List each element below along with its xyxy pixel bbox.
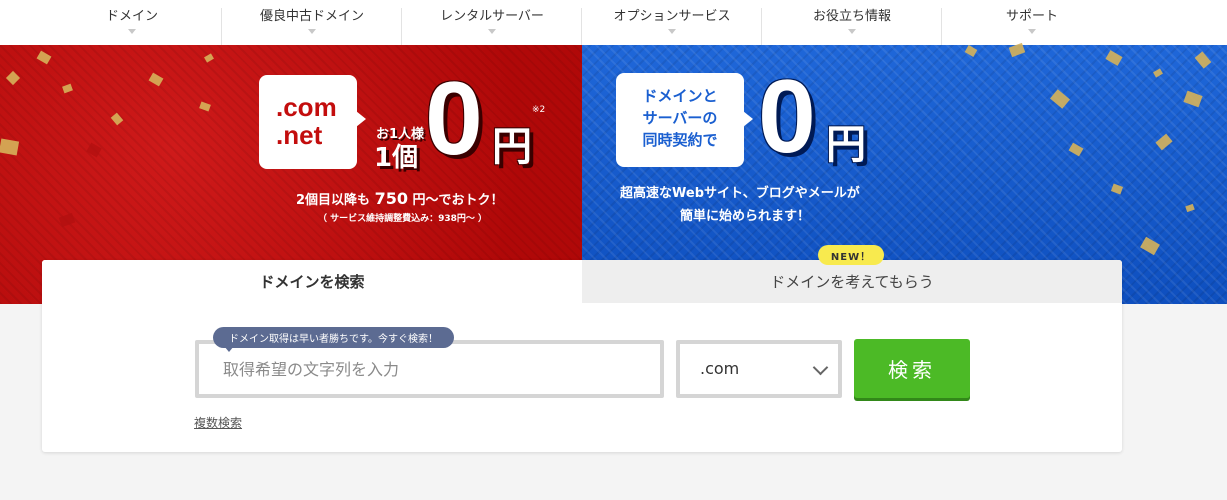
additional-price-suffix: 円～でおトク！ bbox=[412, 193, 504, 208]
confetti-decoration bbox=[1008, 42, 1026, 58]
one-item-label: 1個 bbox=[374, 143, 419, 173]
bundle-tagline-2: 簡単に始められます！ bbox=[680, 209, 811, 224]
confetti-decoration bbox=[1153, 68, 1163, 78]
price-zero: 0 bbox=[425, 61, 483, 177]
additional-price-note: 2個目以降も 750 円～でおトク！ bbox=[296, 189, 504, 208]
tld-com-text: .com bbox=[276, 92, 337, 122]
nav-item-label: お役立ち情報 bbox=[812, 9, 891, 24]
tld-select[interactable]: .com bbox=[676, 340, 842, 398]
multi-search-link[interactable]: 複数検索 bbox=[194, 414, 242, 431]
bundle-tagline-1: 超高速なWebサイト、ブログやメールが bbox=[620, 186, 860, 201]
nav-item-useful-info[interactable]: お役立ち情報 bbox=[762, 0, 942, 45]
bundle-line-2: サーバーの bbox=[642, 109, 718, 127]
price-zero: 0 bbox=[758, 59, 816, 175]
confetti-decoration bbox=[86, 142, 102, 158]
chevron-down-icon bbox=[488, 29, 496, 34]
confetti-decoration bbox=[1183, 90, 1203, 108]
confetti-decoration bbox=[1155, 133, 1173, 151]
chevron-down-icon bbox=[848, 29, 856, 34]
confetti-decoration bbox=[1068, 142, 1084, 157]
confetti-decoration bbox=[1194, 51, 1212, 69]
footnote-mark: ※2 bbox=[532, 105, 546, 115]
price-yen: 円 bbox=[826, 123, 866, 167]
tab-domain-suggest[interactable]: ドメインを考えてもらう bbox=[582, 260, 1122, 303]
nav-item-label: サポート bbox=[1005, 9, 1058, 24]
tld-select-value: .com bbox=[700, 359, 740, 378]
search-button[interactable]: 検索 bbox=[854, 339, 970, 398]
nav-item-support[interactable]: サポート bbox=[942, 0, 1122, 45]
bundle-line-3: 同時契約で bbox=[642, 131, 718, 149]
confetti-decoration bbox=[148, 72, 164, 87]
confetti-decoration bbox=[36, 50, 52, 65]
chevron-down-icon bbox=[308, 29, 316, 34]
chevron-down-icon bbox=[1028, 29, 1036, 34]
confetti-decoration bbox=[1185, 203, 1195, 213]
nav-item-label: オプションサービス bbox=[613, 9, 731, 24]
nav-item-label: 優良中古ドメイン bbox=[259, 9, 364, 24]
nav-item-label: ドメイン bbox=[105, 9, 158, 24]
nav-item-used-domain[interactable]: 優良中古ドメイン bbox=[222, 0, 402, 45]
price-yen: 円 bbox=[492, 125, 532, 169]
domain-search-input[interactable] bbox=[195, 340, 664, 398]
bundle-line-1: ドメインと bbox=[642, 87, 718, 105]
chevron-down-icon bbox=[128, 29, 136, 34]
bundle-bubble-text: ドメインと サーバーの 同時契約で bbox=[616, 85, 744, 151]
confetti-decoration bbox=[964, 45, 978, 57]
tooltip-tail bbox=[224, 346, 234, 352]
tab-domain-search[interactable]: ドメインを検索 bbox=[42, 260, 582, 303]
fee-note: （ サービス維持調整費込み：938円～ ） bbox=[318, 214, 488, 224]
confetti-decoration bbox=[58, 212, 76, 228]
nav-item-rental-server[interactable]: レンタルサーバー bbox=[402, 0, 582, 45]
nav-item-domain[interactable]: ドメイン bbox=[42, 0, 222, 45]
additional-price-value: 750 bbox=[374, 189, 408, 208]
new-badge: NEW！ bbox=[818, 245, 884, 265]
confetti-decoration bbox=[1140, 236, 1160, 256]
confetti-decoration bbox=[5, 70, 21, 86]
nav-item-option-services[interactable]: オプションサービス bbox=[582, 0, 762, 45]
confetti-decoration bbox=[1050, 89, 1070, 109]
confetti-decoration bbox=[199, 101, 211, 112]
search-hint-tooltip: ドメイン取得は早い者勝ちです。今すぐ検索！ bbox=[213, 327, 454, 348]
confetti-decoration bbox=[1105, 50, 1123, 66]
confetti-decoration bbox=[62, 83, 73, 94]
nav-item-label: レンタルサーバー bbox=[440, 9, 544, 24]
top-nav: ドメイン 優良中古ドメイン レンタルサーバー オプションサービス お役立ち情報 … bbox=[0, 0, 1227, 45]
confetti-decoration bbox=[0, 138, 20, 156]
bubble-tail bbox=[743, 111, 753, 127]
confetti-decoration bbox=[110, 112, 124, 126]
chevron-down-icon bbox=[668, 29, 676, 34]
tld-net-text: .net bbox=[276, 120, 323, 150]
bubble-tail bbox=[356, 111, 366, 127]
chevron-down-icon bbox=[812, 359, 829, 376]
confetti-decoration bbox=[1110, 183, 1124, 195]
additional-price-prefix: 2個目以降も bbox=[296, 193, 371, 208]
confetti-decoration bbox=[204, 53, 214, 63]
domain-search-panel: ドメインを検索 ドメインを考えてもらう NEW！ ドメイン取得は早い者勝ちです。… bbox=[42, 245, 1122, 452]
